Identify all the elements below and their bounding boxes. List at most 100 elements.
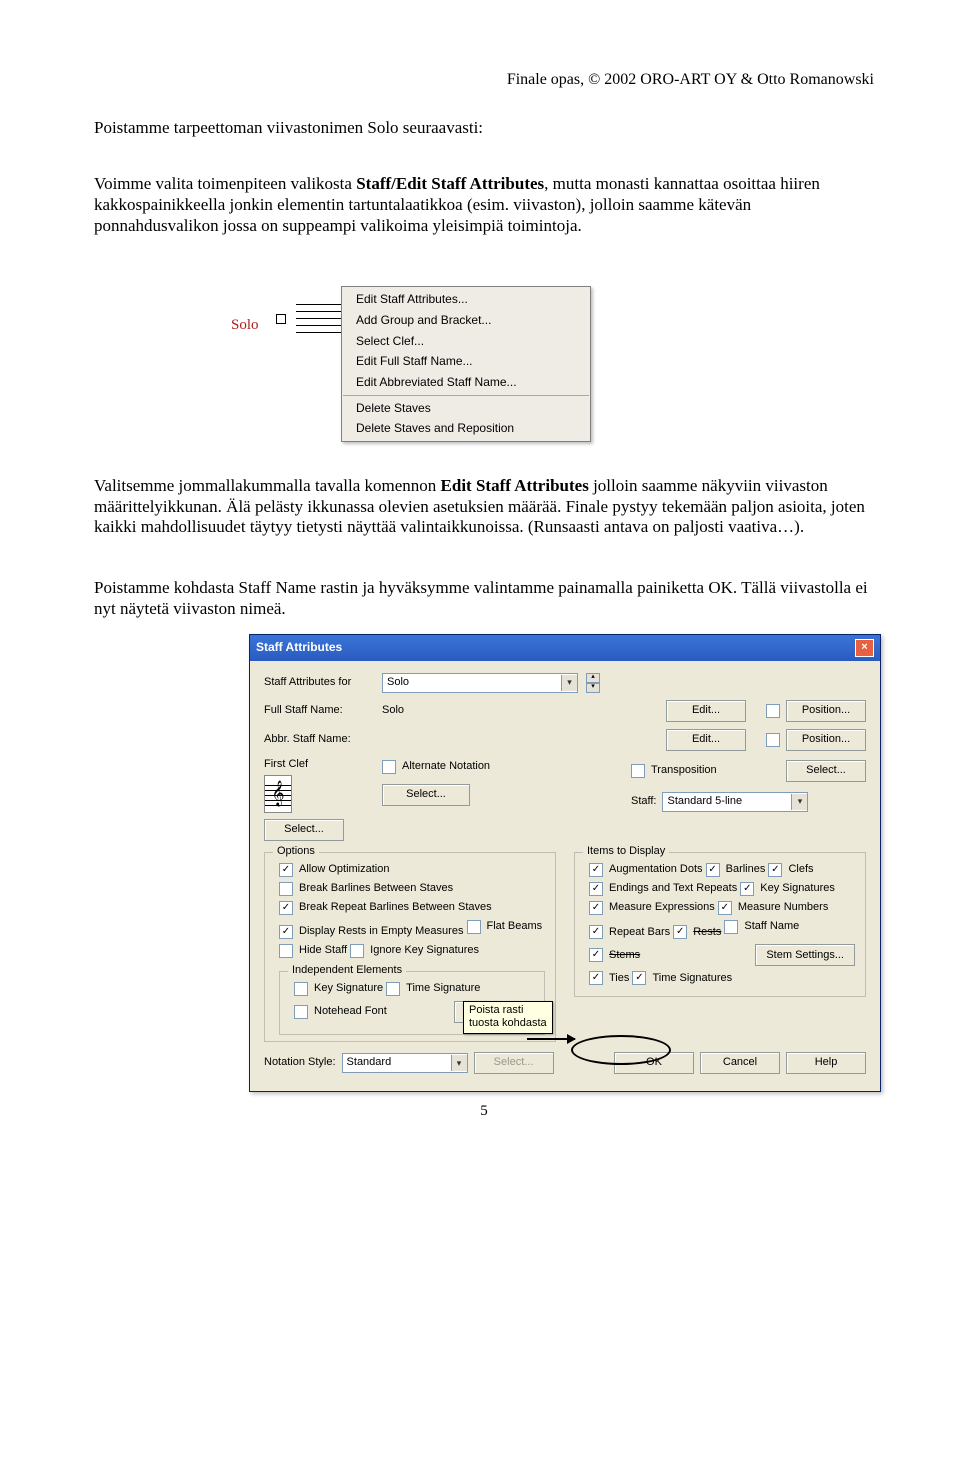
item-ties: Ties: [609, 972, 629, 985]
chk-staff-name[interactable]: Staff Name: [724, 920, 799, 934]
combo-staff-attributes-for[interactable]: Solo ▾: [382, 673, 578, 693]
checkbox-icon: ✓: [279, 901, 293, 915]
tooltip-remove-check: Poista rasti tuosta kohdasta: [463, 1001, 553, 1034]
label-staff: Staff:: [631, 795, 656, 808]
checkbox-icon: [631, 764, 645, 778]
staff-attributes-dialog: Staff Attributes × Staff Attributes for …: [249, 634, 881, 1093]
combo-staff-attributes-for-value: Solo: [387, 676, 561, 689]
checkbox-icon: ✓: [589, 948, 603, 962]
item-timesig: Time Signatures: [652, 972, 732, 985]
menu-select-clef[interactable]: Select Clef...: [342, 331, 590, 352]
item-rests: Rests: [693, 926, 721, 939]
chk-break-repeat-barlines[interactable]: ✓Break Repeat Barlines Between Staves: [279, 901, 492, 915]
chevron-down-icon: ▾: [451, 1055, 467, 1071]
chk-indep-notehead[interactable]: Notehead Font: [294, 1005, 387, 1019]
menu-edit-abbr-staff-name[interactable]: Edit Abbreviated Staff Name...: [342, 372, 590, 393]
label-first-clef: First Clef: [264, 758, 376, 771]
chk-aug-dots[interactable]: ✓Augmentation Dots: [589, 863, 703, 877]
select-clef-button[interactable]: Select...: [264, 819, 344, 841]
opt-flat-beams: Flat Beams: [487, 920, 543, 933]
chk-clefs[interactable]: ✓Clefs: [768, 863, 813, 877]
menu-edit-staff-attributes[interactable]: Edit Staff Attributes...: [342, 289, 590, 310]
opt-ignore-ks: Ignore Key Signatures: [370, 944, 479, 957]
checkbox-icon: ✓: [589, 901, 603, 915]
position-full-name-button[interactable]: Position...: [786, 700, 866, 722]
paragraph-1b: Voimme valita toimenpiteen valikosta Sta…: [94, 174, 874, 236]
opt-display-rests: Display Rests in Empty Measures: [299, 925, 463, 938]
help-button[interactable]: Help: [786, 1052, 866, 1074]
checkbox-icon: [294, 1005, 308, 1019]
dialog-title: Staff Attributes: [256, 640, 342, 655]
menu-delete-staves-reposition[interactable]: Delete Staves and Reposition: [342, 418, 590, 439]
combo-notation-style[interactable]: Standard ▾: [342, 1053, 468, 1073]
checkbox-icon: ✓: [279, 863, 293, 877]
opt-hide-staff: Hide Staff: [299, 944, 347, 957]
checkbox-icon: ✓: [589, 863, 603, 877]
chk-rests[interactable]: ✓ Rests: [673, 925, 721, 939]
stem-settings-button[interactable]: Stem Settings...: [755, 944, 855, 966]
staff-name-solo: Solo: [231, 316, 259, 334]
checkbox-icon: ✓: [632, 971, 646, 985]
chk-indep-keysig[interactable]: Key Signature: [294, 982, 383, 996]
checkbox-icon: [766, 704, 780, 718]
chk-endings[interactable]: ✓Endings and Text Repeats: [589, 882, 737, 896]
chk-measure-num[interactable]: ✓Measure Numbers: [718, 901, 828, 915]
item-repeat: Repeat Bars: [609, 926, 670, 939]
checkbox-icon: ✓: [279, 925, 293, 939]
staff-lines-icon: [296, 304, 344, 334]
combo-staff-type[interactable]: Standard 5-line ▾: [662, 792, 808, 812]
para1b-bold: Staff/Edit Staff Attributes: [356, 174, 544, 193]
checkbox-icon: [766, 733, 780, 747]
para2-bold: Edit Staff Attributes: [441, 476, 589, 495]
fieldset-items: Items to Display ✓Augmentation Dots ✓Bar…: [574, 852, 866, 997]
chk-alternate-notation[interactable]: Alternate Notation: [382, 760, 625, 774]
label-transposition: Transposition: [651, 764, 717, 777]
chk-break-barlines[interactable]: Break Barlines Between Staves: [279, 882, 453, 896]
label-full-staff-name: Full Staff Name:: [264, 704, 376, 717]
close-icon: ×: [861, 641, 867, 654]
chk-ignore-key-signatures[interactable]: Ignore Key Signatures: [350, 944, 479, 958]
chk-allow-optimization[interactable]: ✓Allow Optimization: [279, 863, 389, 877]
dialog-body: Staff Attributes for Solo ▾ ▴▾ Full Staf…: [250, 661, 880, 1092]
checkbox-icon: [386, 982, 400, 996]
chevron-down-icon: ▾: [791, 794, 807, 810]
menu-add-group-bracket[interactable]: Add Group and Bracket...: [342, 310, 590, 331]
select-transposition-button[interactable]: Select...: [786, 760, 866, 782]
checkbox-icon: ✓: [589, 925, 603, 939]
chk-timesig[interactable]: ✓ Time Signatures: [632, 971, 732, 985]
chk-measure-expr[interactable]: ✓Measure Expressions: [589, 901, 715, 915]
para2-pre: Valitsemme jommallakummalla tavalla kome…: [94, 476, 441, 495]
menu-separator: [343, 395, 589, 396]
paragraph-3: Poistamme kohdasta Staff Name rastin ja …: [94, 578, 874, 619]
checkbox-icon: ✓: [740, 882, 754, 896]
close-button[interactable]: ×: [855, 639, 874, 657]
menu-edit-full-staff-name[interactable]: Edit Full Staff Name...: [342, 351, 590, 372]
edit-abbr-name-button[interactable]: Edit...: [666, 729, 746, 751]
chk-stems[interactable]: ✓Stems: [589, 948, 640, 962]
legend-independent: Independent Elements: [288, 964, 406, 977]
item-endings: Endings and Text Repeats: [609, 882, 737, 895]
chk-hide-staff[interactable]: Hide Staff: [279, 944, 347, 958]
chk-keysig[interactable]: ✓Key Signatures: [740, 882, 835, 896]
chk-barlines[interactable]: ✓Barlines: [706, 863, 766, 877]
checkbox-icon: ✓: [673, 925, 687, 939]
paragraph-2: Valitsemme jommallakummalla tavalla kome…: [94, 476, 874, 538]
chk-flat-beams[interactable]: Flat Beams: [467, 920, 543, 934]
position-abbr-name-button[interactable]: Position...: [786, 729, 866, 751]
header-copyright: Finale opas, © 2002 ORO-ART OY & Otto Ro…: [94, 70, 874, 90]
selection-handle[interactable]: [276, 314, 286, 324]
chk-full-position[interactable]: [766, 704, 780, 718]
chk-abbr-position[interactable]: [766, 733, 780, 747]
chk-ties[interactable]: ✓Ties: [589, 971, 629, 985]
select-altnot-button[interactable]: Select...: [382, 784, 470, 806]
spin-control[interactable]: ▴▾: [586, 673, 600, 693]
cancel-button[interactable]: Cancel: [700, 1052, 780, 1074]
chk-transposition[interactable]: Transposition: [631, 764, 717, 778]
chk-indep-timesig[interactable]: Time Signature: [386, 982, 480, 996]
menu-delete-staves[interactable]: Delete Staves: [342, 398, 590, 419]
edit-full-name-button[interactable]: Edit...: [666, 700, 746, 722]
value-full-staff-name: Solo: [382, 704, 424, 717]
para1b-pre: Voimme valita toimenpiteen valikosta: [94, 174, 356, 193]
chk-display-rests[interactable]: ✓ Display Rests in Empty Measures: [279, 925, 463, 939]
chk-repeat-bars[interactable]: ✓ Repeat Bars: [589, 925, 670, 939]
